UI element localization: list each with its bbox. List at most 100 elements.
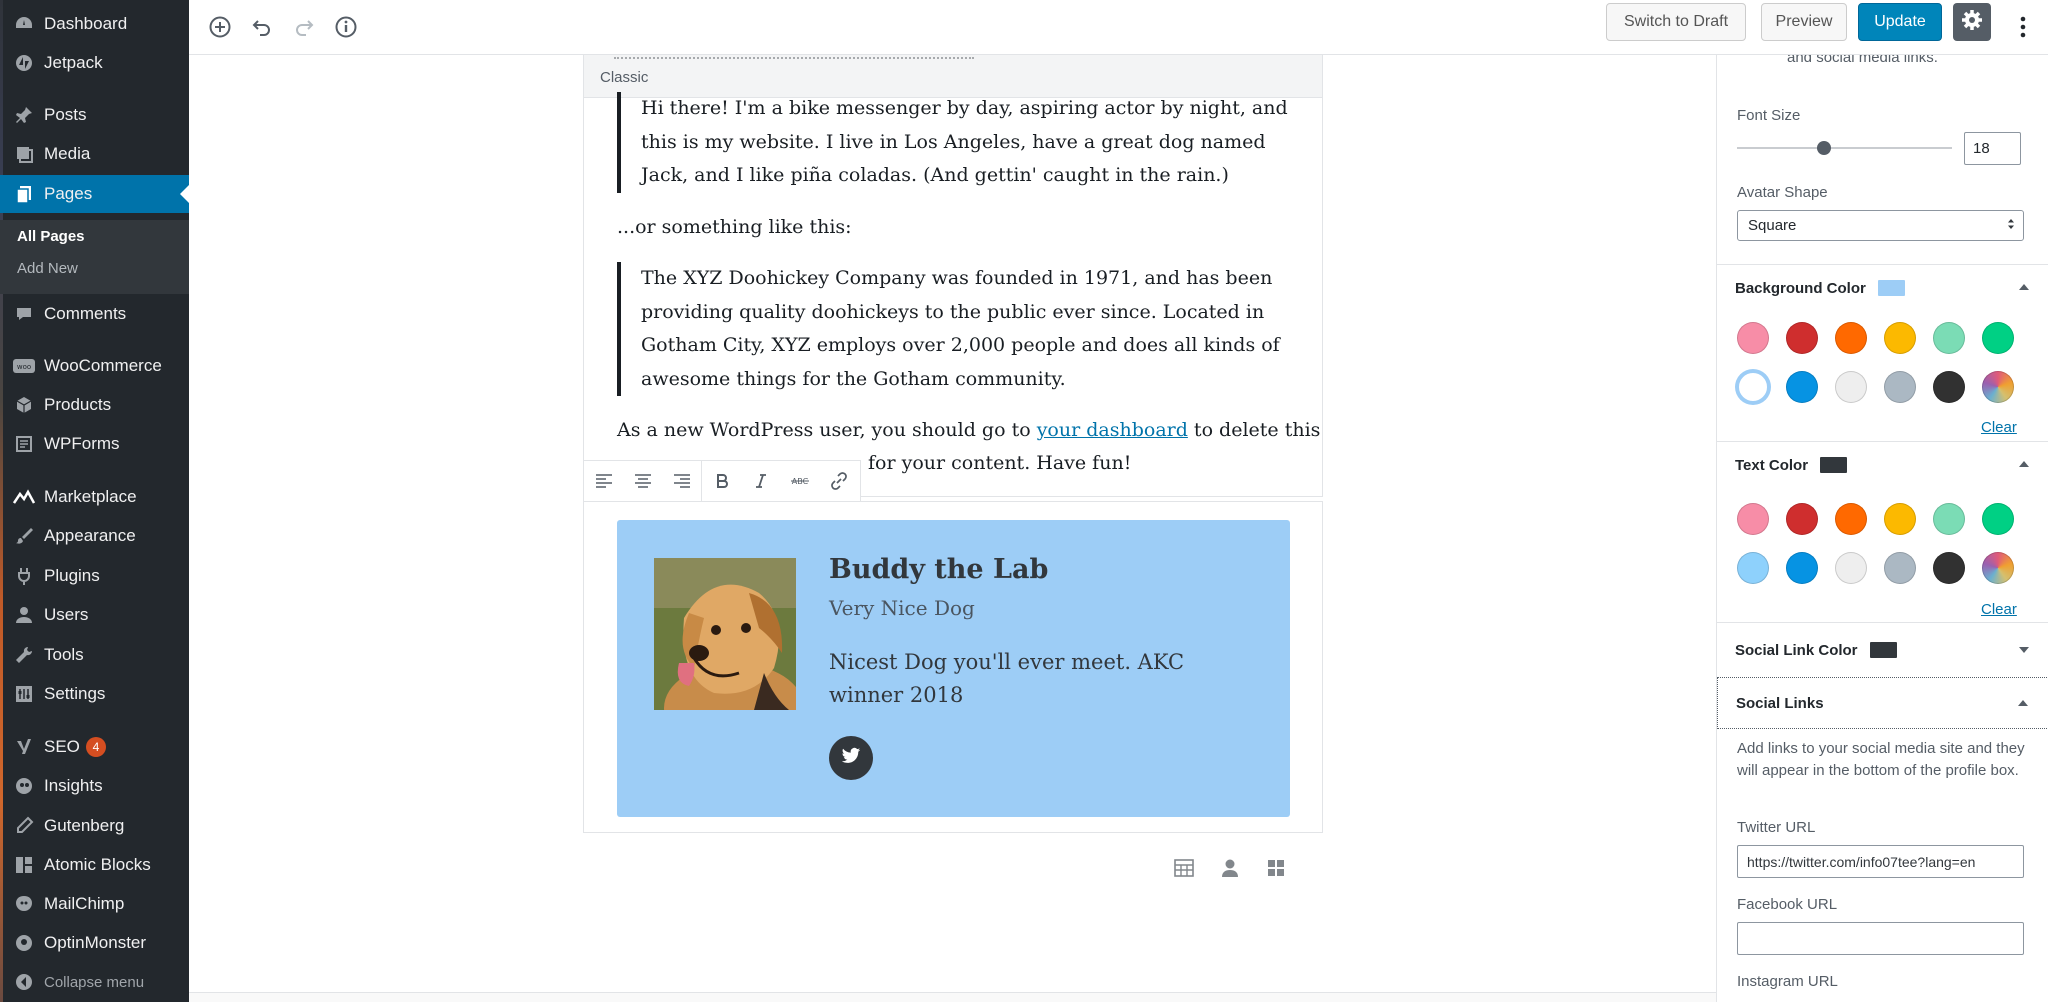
background-color-swatch xyxy=(1877,280,1905,296)
undo-icon[interactable] xyxy=(246,11,278,43)
sidebar-item-label: Users xyxy=(44,605,89,624)
sidebar-item-comments[interactable]: Comments xyxy=(0,295,189,333)
twitter-url-input[interactable]: https://twitter.com/info07tee?lang=en xyxy=(1737,845,2024,878)
sidebar-item-tools[interactable]: Tools xyxy=(0,636,189,674)
social-links-help: Add links to your social media site and … xyxy=(1737,740,2025,779)
sidebar-item-pages[interactable]: Pages xyxy=(0,175,189,213)
color-option[interactable] xyxy=(1835,371,1867,403)
color-option[interactable] xyxy=(1737,503,1769,535)
update-button[interactable]: Update xyxy=(1858,3,1942,41)
color-option[interactable] xyxy=(1982,503,2014,535)
profile-box-block[interactable]: Buddy the Lab Very Nice Dog Nicest Dog y… xyxy=(583,501,1323,833)
sidebar-item-optinmonster[interactable]: OptinMonster xyxy=(0,924,189,962)
sidebar-item-gutenberg[interactable]: Gutenberg xyxy=(0,807,189,845)
color-option[interactable] xyxy=(1884,371,1916,403)
collapse-menu-button[interactable]: Collapse menu xyxy=(0,963,189,1001)
mailchimp-icon xyxy=(12,892,36,916)
submenu-add-new[interactable]: Add New xyxy=(17,260,78,277)
sidebar-item-media[interactable]: Media xyxy=(0,135,189,173)
font-size-slider-track[interactable] xyxy=(1737,147,1952,149)
blockquote-2[interactable]: The XYZ Doohickey Company was founded in… xyxy=(617,262,1309,396)
link-icon[interactable] xyxy=(819,461,858,501)
color-option[interactable] xyxy=(1933,552,1965,584)
suggested-blocks xyxy=(1172,856,1310,880)
sidebar-item-plugins[interactable]: Plugins xyxy=(0,557,189,595)
color-option[interactable] xyxy=(1737,371,1769,403)
text-color-panel-toggle[interactable]: Text Color xyxy=(1717,441,2048,488)
dashboard-link[interactable]: your dashboard xyxy=(1037,419,1188,441)
color-option[interactable] xyxy=(1982,371,2014,403)
color-option[interactable] xyxy=(1884,322,1916,354)
color-option[interactable] xyxy=(1933,371,1965,403)
redo-icon[interactable] xyxy=(288,11,320,43)
sidebar-item-atomic-blocks[interactable]: Atomic Blocks xyxy=(0,846,189,884)
sidebar-item-posts[interactable]: Posts xyxy=(0,96,189,134)
paragraph-2-text: As a new WordPress user, you should go t… xyxy=(617,419,1037,441)
align-right-icon[interactable] xyxy=(662,461,701,501)
sidebar-item-settings[interactable]: Settings xyxy=(0,675,189,713)
sidebar-item-users[interactable]: Users xyxy=(0,596,189,634)
social-link-color-panel-toggle[interactable]: Social Link Color xyxy=(1717,622,2048,677)
background-color-panel-toggle[interactable]: Background Color xyxy=(1717,264,2048,311)
switch-to-draft-button[interactable]: Switch to Draft xyxy=(1606,3,1746,41)
sidebar-item-label: Media xyxy=(44,144,91,163)
sidebar-item-wpforms[interactable]: WPForms xyxy=(0,425,189,463)
blockquote-1[interactable]: Hi there! I'm a bike messenger by day, a… xyxy=(617,92,1297,193)
sidebar-item-marketplace[interactable]: Marketplace xyxy=(0,478,189,516)
sidebar-item-mailchimp[interactable]: MailChimp xyxy=(0,885,189,923)
horizontal-scrollbar[interactable] xyxy=(189,992,1716,1002)
sidebar-item-products[interactable]: Products xyxy=(0,386,189,424)
color-option[interactable] xyxy=(1933,322,1965,354)
sidebar-item-insights[interactable]: Insights xyxy=(0,767,189,805)
sidebar-item-appearance[interactable]: Appearance xyxy=(0,517,189,555)
info-icon[interactable] xyxy=(330,11,362,43)
font-size-input[interactable]: 18 xyxy=(1964,132,2021,165)
sidebar-item-label: Posts xyxy=(44,105,87,124)
collapse-menu-label: Collapse menu xyxy=(44,973,145,991)
bold-icon[interactable] xyxy=(702,461,741,501)
table-icon[interactable] xyxy=(1172,856,1196,880)
color-option[interactable] xyxy=(1786,552,1818,584)
align-left-icon[interactable] xyxy=(584,461,623,501)
color-option[interactable] xyxy=(1982,552,2014,584)
color-option[interactable] xyxy=(1786,371,1818,403)
add-block-icon[interactable] xyxy=(204,11,236,43)
facebook-url-input[interactable] xyxy=(1737,922,2024,955)
color-option[interactable] xyxy=(1835,552,1867,584)
sidebar-item-woocommerce[interactable]: woo WooCommerce xyxy=(0,347,189,385)
text-color-label: Text Color xyxy=(1735,456,1809,474)
sidebar-item-jetpack[interactable]: Jetpack xyxy=(0,44,189,82)
paragraph-2[interactable]: As a new WordPress user, you should go t… xyxy=(617,414,1320,448)
grid-icon[interactable] xyxy=(1264,856,1288,880)
color-option[interactable] xyxy=(1737,322,1769,354)
person-icon[interactable] xyxy=(1218,856,1242,880)
color-option[interactable] xyxy=(1933,503,1965,535)
submenu-all-pages[interactable]: All Pages xyxy=(17,228,85,245)
avatar-shape-select[interactable]: Square xyxy=(1737,210,2024,241)
chevron-up-icon xyxy=(2018,700,2028,706)
sidebar-item-dashboard[interactable]: Dashboard xyxy=(0,5,189,43)
twitter-link[interactable] xyxy=(829,736,873,780)
sidebar-item-seo[interactable]: SEO 4 xyxy=(0,728,189,766)
text-color-clear-button[interactable]: Clear xyxy=(1981,601,2017,618)
social-links-panel-toggle[interactable]: Social Links xyxy=(1717,677,2048,729)
color-option[interactable] xyxy=(1982,322,2014,354)
color-option[interactable] xyxy=(1884,503,1916,535)
align-center-icon[interactable] xyxy=(623,461,662,501)
color-option[interactable] xyxy=(1737,552,1769,584)
more-options-icon[interactable] xyxy=(2007,11,2039,43)
sidebar-item-label: OptinMonster xyxy=(44,933,147,952)
settings-toggle-button[interactable] xyxy=(1953,3,1991,41)
italic-icon[interactable] xyxy=(741,461,780,501)
profile-bio: Nicest Dog you'll ever meet. AKC winner … xyxy=(829,650,1185,707)
preview-button[interactable]: Preview xyxy=(1761,3,1847,41)
color-option[interactable] xyxy=(1884,552,1916,584)
color-option[interactable] xyxy=(1786,503,1818,535)
color-option[interactable] xyxy=(1835,503,1867,535)
paragraph-1[interactable]: ...or something like this: xyxy=(617,211,852,245)
font-size-slider-thumb[interactable] xyxy=(1817,141,1831,155)
background-clear-button[interactable]: Clear xyxy=(1981,419,2017,436)
color-option[interactable] xyxy=(1835,322,1867,354)
strikethrough-icon[interactable]: ABC xyxy=(780,461,819,501)
color-option[interactable] xyxy=(1786,322,1818,354)
